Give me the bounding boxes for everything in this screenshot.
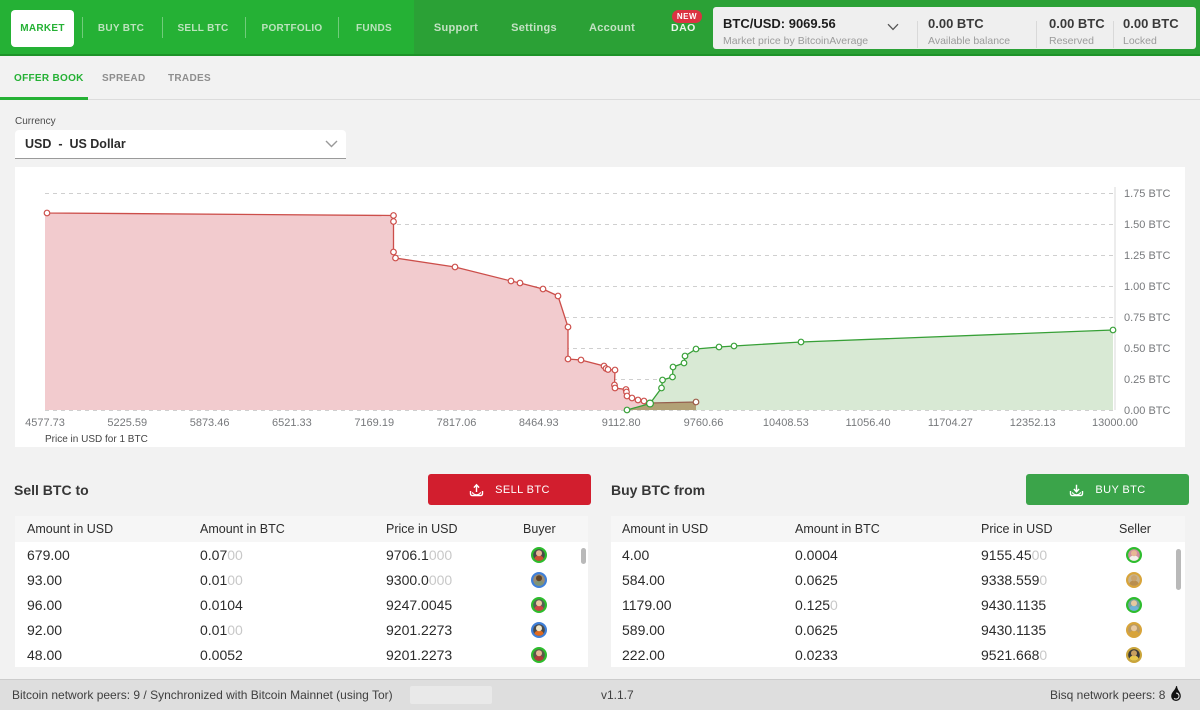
- svg-text:11704.27: 11704.27: [928, 417, 973, 429]
- svg-text:7169.19: 7169.19: [354, 417, 394, 429]
- svg-text:4577.73: 4577.73: [25, 417, 65, 429]
- svg-text:0.00 BTC: 0.00 BTC: [1124, 405, 1171, 417]
- svg-text:6521.33: 6521.33: [272, 417, 312, 429]
- svg-text:9112.80: 9112.80: [602, 417, 641, 429]
- svg-text:13000.00: 13000.00: [1092, 417, 1138, 429]
- svg-text:0.25 BTC: 0.25 BTC: [1124, 374, 1171, 386]
- svg-text:1.50 BTC: 1.50 BTC: [1124, 219, 1171, 231]
- svg-text:0.75 BTC: 0.75 BTC: [1124, 312, 1171, 324]
- svg-text:7817.06: 7817.06: [437, 417, 477, 429]
- svg-text:Price in USD for 1 BTC: Price in USD for 1 BTC: [45, 434, 148, 445]
- svg-text:0.50 BTC: 0.50 BTC: [1124, 343, 1171, 355]
- svg-text:5873.46: 5873.46: [190, 417, 230, 429]
- svg-text:11056.40: 11056.40: [846, 417, 891, 429]
- svg-text:1.25 BTC: 1.25 BTC: [1124, 250, 1171, 262]
- svg-text:10408.53: 10408.53: [763, 417, 809, 429]
- svg-text:8464.93: 8464.93: [519, 417, 559, 429]
- svg-text:1.75 BTC: 1.75 BTC: [1124, 188, 1171, 200]
- svg-text:12352.13: 12352.13: [1010, 417, 1056, 429]
- svg-text:9760.66: 9760.66: [684, 417, 724, 429]
- svg-text:5225.59: 5225.59: [107, 417, 147, 429]
- svg-text:1.00 BTC: 1.00 BTC: [1124, 281, 1171, 293]
